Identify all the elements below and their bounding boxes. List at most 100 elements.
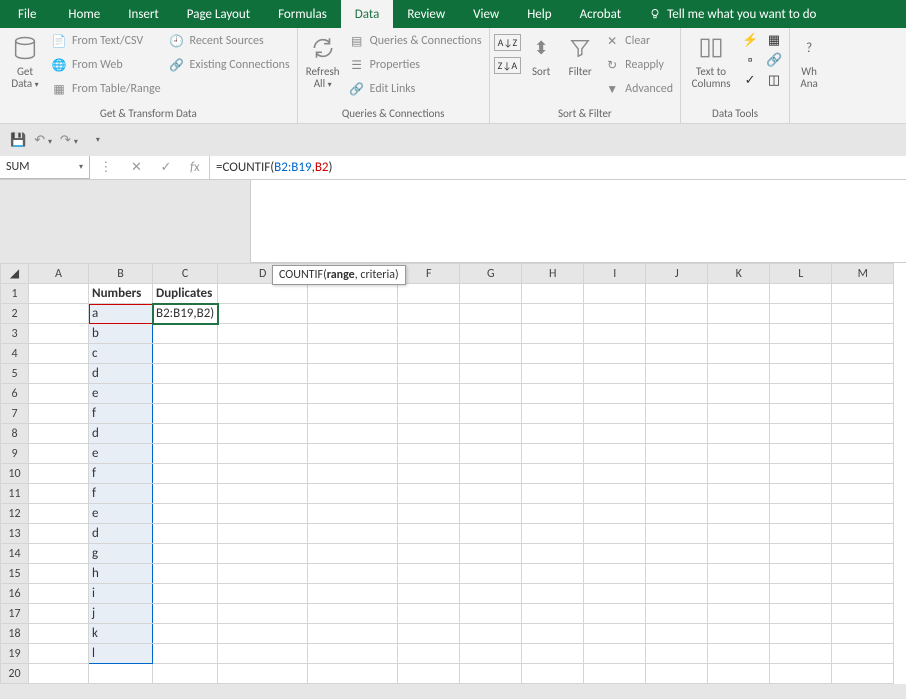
cell-L14[interactable]	[770, 544, 832, 564]
cell-L17[interactable]	[770, 604, 832, 624]
cell-F11[interactable]	[398, 484, 460, 504]
text-to-columns-button[interactable]: Text to Columns	[685, 30, 737, 90]
cell-H16[interactable]	[522, 584, 584, 604]
from-web-button[interactable]: 🌐From Web	[48, 54, 164, 76]
cell-G11[interactable]	[460, 484, 522, 504]
cell-E15[interactable]	[308, 564, 398, 584]
cell-I14[interactable]	[584, 544, 646, 564]
cell-H10[interactable]	[522, 464, 584, 484]
cell-I9[interactable]	[584, 444, 646, 464]
cell-H13[interactable]	[522, 524, 584, 544]
cell-B14[interactable]: g	[89, 544, 153, 564]
cell-E20[interactable]	[308, 664, 398, 684]
cell-J12[interactable]	[646, 504, 708, 524]
cell-B15[interactable]: h	[89, 564, 153, 584]
queries-connections-button[interactable]: ▤Queries & Connections	[346, 30, 485, 52]
cell-J8[interactable]	[646, 424, 708, 444]
cell-C5[interactable]	[153, 364, 218, 384]
cell-C18[interactable]	[153, 624, 218, 644]
cell-E17[interactable]	[308, 604, 398, 624]
cell-I8[interactable]	[584, 424, 646, 444]
row-header-17[interactable]: 17	[1, 604, 29, 624]
cell-E7[interactable]	[308, 404, 398, 424]
cell-B4[interactable]: c	[89, 344, 153, 364]
cell-D18[interactable]	[218, 624, 308, 644]
cell-D11[interactable]	[218, 484, 308, 504]
cell-B3[interactable]: b	[89, 324, 153, 344]
cell-L20[interactable]	[770, 664, 832, 684]
cell-B2[interactable]: a	[89, 304, 153, 324]
row-header-9[interactable]: 9	[1, 444, 29, 464]
cell-E1[interactable]	[308, 284, 398, 304]
cell-I4[interactable]	[584, 344, 646, 364]
column-header-A[interactable]: A	[29, 264, 89, 284]
cell-F5[interactable]	[398, 364, 460, 384]
cell-I7[interactable]	[584, 404, 646, 424]
cell-A16[interactable]	[29, 584, 89, 604]
cell-F20[interactable]	[398, 664, 460, 684]
cell-D20[interactable]	[218, 664, 308, 684]
save-icon[interactable]: 💾	[10, 133, 26, 148]
cell-L7[interactable]	[770, 404, 832, 424]
cell-B19[interactable]: l	[89, 644, 153, 664]
what-if-button[interactable]: ? Wh Ana	[794, 30, 824, 90]
cell-F7[interactable]	[398, 404, 460, 424]
cell-C15[interactable]	[153, 564, 218, 584]
cell-B9[interactable]: e	[89, 444, 153, 464]
row-header-2[interactable]: 2	[1, 304, 29, 324]
cell-C14[interactable]	[153, 544, 218, 564]
cell-D9[interactable]	[218, 444, 308, 464]
cell-L18[interactable]	[770, 624, 832, 644]
cell-G19[interactable]	[460, 644, 522, 664]
cell-A18[interactable]	[29, 624, 89, 644]
cell-D17[interactable]	[218, 604, 308, 624]
cell-I3[interactable]	[584, 324, 646, 344]
cell-L16[interactable]	[770, 584, 832, 604]
cell-I6[interactable]	[584, 384, 646, 404]
cell-G17[interactable]	[460, 604, 522, 624]
cell-A12[interactable]	[29, 504, 89, 524]
cell-I15[interactable]	[584, 564, 646, 584]
cell-G16[interactable]	[460, 584, 522, 604]
row-header-10[interactable]: 10	[1, 464, 29, 484]
cell-M12[interactable]	[832, 504, 894, 524]
row-header-19[interactable]: 19	[1, 644, 29, 664]
cell-M7[interactable]	[832, 404, 894, 424]
cell-J20[interactable]	[646, 664, 708, 684]
cell-D2[interactable]	[218, 304, 308, 324]
cell-D8[interactable]	[218, 424, 308, 444]
cell-A20[interactable]	[29, 664, 89, 684]
advanced-button[interactable]: ▼Advanced	[601, 78, 676, 100]
cell-M5[interactable]	[832, 364, 894, 384]
cell-B12[interactable]: e	[89, 504, 153, 524]
cell-F17[interactable]	[398, 604, 460, 624]
redo-icon[interactable]: ↷ ▾	[60, 133, 78, 148]
row-header-5[interactable]: 5	[1, 364, 29, 384]
cell-D5[interactable]	[218, 364, 308, 384]
cell-E13[interactable]	[308, 524, 398, 544]
cell-L19[interactable]	[770, 644, 832, 664]
cell-M8[interactable]	[832, 424, 894, 444]
cell-J11[interactable]	[646, 484, 708, 504]
cell-B7[interactable]: f	[89, 404, 153, 424]
cell-H3[interactable]	[522, 324, 584, 344]
tab-file[interactable]: File	[0, 0, 54, 28]
cell-E4[interactable]	[308, 344, 398, 364]
cell-D10[interactable]	[218, 464, 308, 484]
cell-H15[interactable]	[522, 564, 584, 584]
cell-J9[interactable]	[646, 444, 708, 464]
cell-C3[interactable]	[153, 324, 218, 344]
cell-B17[interactable]: j	[89, 604, 153, 624]
cell-K16[interactable]	[708, 584, 770, 604]
cell-F12[interactable]	[398, 504, 460, 524]
cell-K5[interactable]	[708, 364, 770, 384]
cell-F3[interactable]	[398, 324, 460, 344]
flash-fill-icon[interactable]: ⚡	[742, 32, 758, 48]
cell-K2[interactable]	[708, 304, 770, 324]
cell-I5[interactable]	[584, 364, 646, 384]
cell-B18[interactable]: k	[89, 624, 153, 644]
cell-J5[interactable]	[646, 364, 708, 384]
cell-F9[interactable]	[398, 444, 460, 464]
cell-E14[interactable]	[308, 544, 398, 564]
cell-C8[interactable]	[153, 424, 218, 444]
